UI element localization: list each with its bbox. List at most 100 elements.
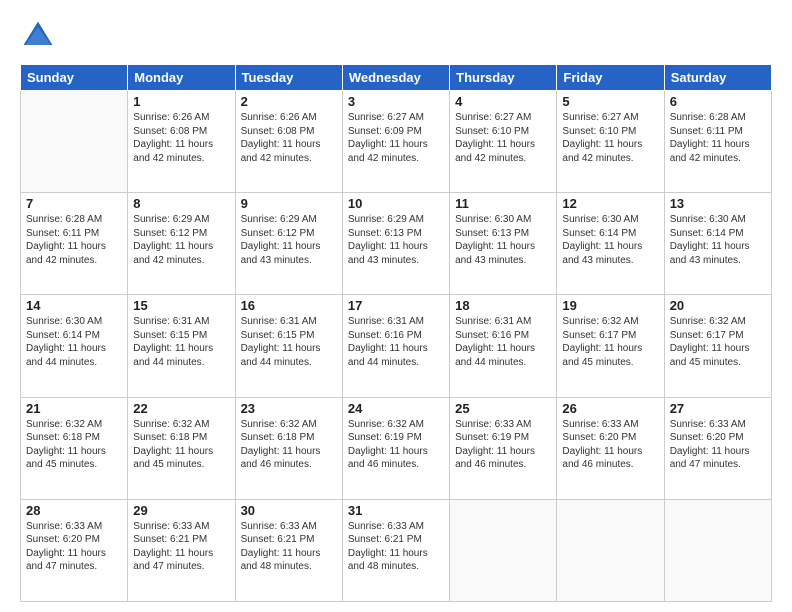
calendar-cell: 7 Sunrise: 6:28 AMSunset: 6:11 PMDaylight… <box>21 193 128 295</box>
calendar-cell: 3 Sunrise: 6:27 AMSunset: 6:09 PMDaylight… <box>342 91 449 193</box>
day-info: Sunrise: 6:28 AMSunset: 6:11 PMDaylight:… <box>670 111 766 165</box>
calendar-cell: 31Sunrise: 6:33 AMSunset: 6:21 PMDayligh… <box>342 499 449 601</box>
weekday-header-sunday: Sunday <box>21 65 128 91</box>
day-info: Sunrise: 6:27 AMSunset: 6:09 PMDaylight:… <box>348 111 444 165</box>
day-number: 1 <box>133 94 229 109</box>
calendar-cell: 27 Sunrise: 6:33 AMSunset: 6:20 PMDayligh… <box>664 397 771 499</box>
day-info: Sunrise: 6:27 AMSunset: 6:10 PMDaylight:… <box>562 111 658 165</box>
day-info: Sunrise: 6:32 AMSunset: 6:18 PMDaylight:… <box>26 418 122 472</box>
weekday-header-wednesday: Wednesday <box>342 65 449 91</box>
logo-icon <box>20 18 56 54</box>
day-number: 24 <box>348 401 444 416</box>
day-number: 14 <box>26 298 122 313</box>
calendar-cell: 4 Sunrise: 6:27 AMSunset: 6:10 PMDaylight… <box>450 91 557 193</box>
calendar-cell: 15 Sunrise: 6:31 AMSunset: 6:15 PMDayligh… <box>128 295 235 397</box>
calendar-cell: 6 Sunrise: 6:28 AMSunset: 6:11 PMDaylight… <box>664 91 771 193</box>
calendar-cell: 22 Sunrise: 6:32 AMSunset: 6:18 PMDayligh… <box>128 397 235 499</box>
calendar-cell: 29Sunrise: 6:33 AMSunset: 6:21 PMDayligh… <box>128 499 235 601</box>
day-number: 25 <box>455 401 551 416</box>
week-row-0: 1 Sunrise: 6:26 AMSunset: 6:08 PMDaylight… <box>21 91 772 193</box>
calendar-cell: 25 Sunrise: 6:33 AMSunset: 6:19 PMDayligh… <box>450 397 557 499</box>
day-number: 20 <box>670 298 766 313</box>
calendar-cell: 16 Sunrise: 6:31 AMSunset: 6:15 PMDayligh… <box>235 295 342 397</box>
day-number: 15 <box>133 298 229 313</box>
page: SundayMondayTuesdayWednesdayThursdayFrid… <box>0 0 792 612</box>
day-number: 11 <box>455 196 551 211</box>
day-info: Sunrise: 6:30 AMSunset: 6:14 PMDaylight:… <box>562 213 658 267</box>
calendar-cell: 30 Sunrise: 6:33 AMSunset: 6:21 PMDayligh… <box>235 499 342 601</box>
day-number: 31 <box>348 503 444 518</box>
calendar-cell: 24 Sunrise: 6:32 AMSunset: 6:19 PMDayligh… <box>342 397 449 499</box>
calendar-cell: 28Sunrise: 6:33 AMSunset: 6:20 PMDayligh… <box>21 499 128 601</box>
day-number: 9 <box>241 196 337 211</box>
day-number: 19 <box>562 298 658 313</box>
day-info: Sunrise: 6:32 AMSunset: 6:18 PMDaylight:… <box>241 418 337 472</box>
day-number: 7 <box>26 196 122 211</box>
day-info: Sunrise: 6:33 AMSunset: 6:20 PMDaylight:… <box>670 418 766 472</box>
calendar-cell: 26Sunrise: 6:33 AMSunset: 6:20 PMDayligh… <box>557 397 664 499</box>
day-info: Sunrise: 6:33 AMSunset: 6:21 PMDaylight:… <box>241 520 337 574</box>
weekday-header-row: SundayMondayTuesdayWednesdayThursdayFrid… <box>21 65 772 91</box>
day-number: 5 <box>562 94 658 109</box>
day-info: Sunrise: 6:30 AMSunset: 6:14 PMDaylight:… <box>26 315 122 369</box>
calendar-cell: 19Sunrise: 6:32 AMSunset: 6:17 PMDayligh… <box>557 295 664 397</box>
calendar-cell: 23 Sunrise: 6:32 AMSunset: 6:18 PMDayligh… <box>235 397 342 499</box>
day-info: Sunrise: 6:30 AMSunset: 6:14 PMDaylight:… <box>670 213 766 267</box>
day-info: Sunrise: 6:31 AMSunset: 6:16 PMDaylight:… <box>348 315 444 369</box>
day-info: Sunrise: 6:32 AMSunset: 6:17 PMDaylight:… <box>670 315 766 369</box>
weekday-header-thursday: Thursday <box>450 65 557 91</box>
day-info: Sunrise: 6:29 AMSunset: 6:13 PMDaylight:… <box>348 213 444 267</box>
weekday-header-friday: Friday <box>557 65 664 91</box>
week-row-2: 14 Sunrise: 6:30 AMSunset: 6:14 PMDayligh… <box>21 295 772 397</box>
day-number: 12 <box>562 196 658 211</box>
day-number: 23 <box>241 401 337 416</box>
day-number: 17 <box>348 298 444 313</box>
calendar-cell: 18 Sunrise: 6:31 AMSunset: 6:16 PMDayligh… <box>450 295 557 397</box>
day-number: 26 <box>562 401 658 416</box>
day-number: 27 <box>670 401 766 416</box>
week-row-1: 7 Sunrise: 6:28 AMSunset: 6:11 PMDaylight… <box>21 193 772 295</box>
day-number: 21 <box>26 401 122 416</box>
calendar-table: SundayMondayTuesdayWednesdayThursdayFrid… <box>20 64 772 602</box>
day-number: 2 <box>241 94 337 109</box>
day-info: Sunrise: 6:33 AMSunset: 6:21 PMDaylight:… <box>133 520 229 574</box>
day-info: Sunrise: 6:33 AMSunset: 6:19 PMDaylight:… <box>455 418 551 472</box>
calendar-cell: 8 Sunrise: 6:29 AMSunset: 6:12 PMDaylight… <box>128 193 235 295</box>
day-info: Sunrise: 6:26 AMSunset: 6:08 PMDaylight:… <box>133 111 229 165</box>
week-row-3: 21 Sunrise: 6:32 AMSunset: 6:18 PMDayligh… <box>21 397 772 499</box>
calendar-cell <box>557 499 664 601</box>
calendar-cell: 13 Sunrise: 6:30 AMSunset: 6:14 PMDayligh… <box>664 193 771 295</box>
calendar-cell: 2 Sunrise: 6:26 AMSunset: 6:08 PMDaylight… <box>235 91 342 193</box>
day-info: Sunrise: 6:28 AMSunset: 6:11 PMDaylight:… <box>26 213 122 267</box>
day-number: 4 <box>455 94 551 109</box>
day-info: Sunrise: 6:31 AMSunset: 6:15 PMDaylight:… <box>133 315 229 369</box>
calendar-cell: 21 Sunrise: 6:32 AMSunset: 6:18 PMDayligh… <box>21 397 128 499</box>
day-info: Sunrise: 6:26 AMSunset: 6:08 PMDaylight:… <box>241 111 337 165</box>
day-number: 8 <box>133 196 229 211</box>
day-number: 16 <box>241 298 337 313</box>
day-number: 30 <box>241 503 337 518</box>
day-info: Sunrise: 6:31 AMSunset: 6:16 PMDaylight:… <box>455 315 551 369</box>
day-info: Sunrise: 6:32 AMSunset: 6:18 PMDaylight:… <box>133 418 229 472</box>
calendar-cell: 10 Sunrise: 6:29 AMSunset: 6:13 PMDayligh… <box>342 193 449 295</box>
week-row-4: 28Sunrise: 6:33 AMSunset: 6:20 PMDayligh… <box>21 499 772 601</box>
day-info: Sunrise: 6:27 AMSunset: 6:10 PMDaylight:… <box>455 111 551 165</box>
day-number: 6 <box>670 94 766 109</box>
calendar-cell <box>450 499 557 601</box>
day-info: Sunrise: 6:33 AMSunset: 6:20 PMDaylight:… <box>26 520 122 574</box>
day-number: 22 <box>133 401 229 416</box>
calendar-cell: 5 Sunrise: 6:27 AMSunset: 6:10 PMDaylight… <box>557 91 664 193</box>
calendar-cell: 9Sunrise: 6:29 AMSunset: 6:12 PMDaylight… <box>235 193 342 295</box>
day-number: 18 <box>455 298 551 313</box>
day-info: Sunrise: 6:29 AMSunset: 6:12 PMDaylight:… <box>133 213 229 267</box>
day-number: 13 <box>670 196 766 211</box>
day-number: 3 <box>348 94 444 109</box>
calendar-cell: 20 Sunrise: 6:32 AMSunset: 6:17 PMDayligh… <box>664 295 771 397</box>
day-info: Sunrise: 6:30 AMSunset: 6:13 PMDaylight:… <box>455 213 551 267</box>
calendar-cell <box>21 91 128 193</box>
header <box>20 18 772 54</box>
day-number: 10 <box>348 196 444 211</box>
day-info: Sunrise: 6:32 AMSunset: 6:19 PMDaylight:… <box>348 418 444 472</box>
weekday-header-monday: Monday <box>128 65 235 91</box>
day-info: Sunrise: 6:31 AMSunset: 6:15 PMDaylight:… <box>241 315 337 369</box>
